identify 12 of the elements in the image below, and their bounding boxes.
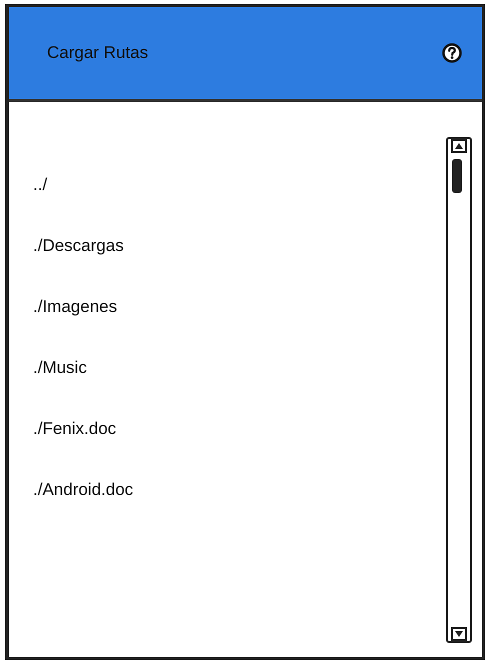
scroll-down-icon[interactable] <box>451 627 467 641</box>
path-item[interactable]: ./Fenix.doc <box>33 419 116 439</box>
scroll-up-icon[interactable] <box>451 139 467 153</box>
path-item[interactable]: ./Music <box>33 358 87 378</box>
path-item[interactable]: ./Descargas <box>33 236 124 256</box>
path-item[interactable]: ./Imagenes <box>33 297 118 317</box>
path-item[interactable]: ../ <box>33 175 48 195</box>
scroll-thumb[interactable] <box>452 159 462 193</box>
scrollbar[interactable] <box>446 137 472 643</box>
help-icon[interactable] <box>442 43 462 63</box>
path-item[interactable]: ./Android.doc <box>33 480 134 500</box>
header-title: Cargar Rutas <box>47 43 148 63</box>
